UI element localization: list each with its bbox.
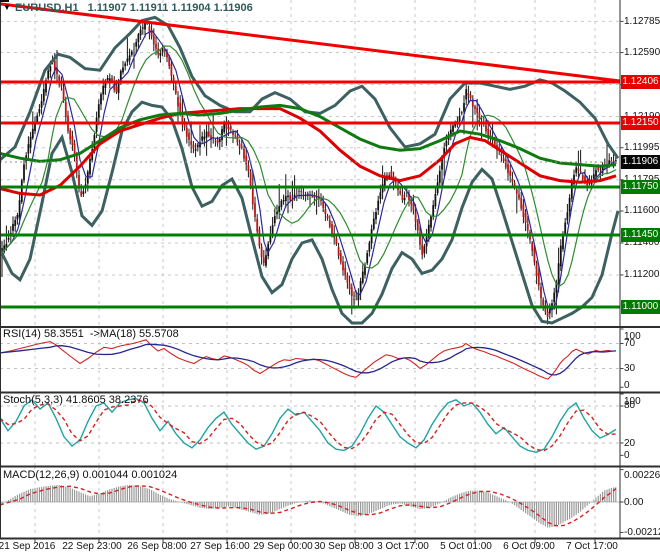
macd-header: MACD(12,26,9) 0.001044 0.001024 <box>3 469 178 481</box>
time-axis-label: 29 Sep 00:00 <box>253 541 313 552</box>
price-axis-label: 1.11600 <box>624 205 660 217</box>
time-axis-label: 6 Oct 09:00 <box>503 541 555 552</box>
price-tag-green: 1.11450 <box>621 227 660 242</box>
chart-title: EURUSD,H1 1.11907 1.11911 1.11904 1.11906 <box>15 2 253 14</box>
time-axis-label: 3 Oct 17:00 <box>377 541 429 552</box>
price-axis-label: 1.12590 <box>624 47 660 59</box>
time-axis-label: 22 Sep 23:00 <box>62 541 122 552</box>
ohlc-quote-label: 1.11907 1.11911 1.11904 1.11906 <box>87 2 253 14</box>
price-tag-red: 1.12406 <box>621 75 660 89</box>
time-axis-label: 7 Oct 17:00 <box>566 541 618 552</box>
price-tag-black: 1.11906 <box>621 155 660 169</box>
rsi-header: RSI(14) 58.3551 ->MA(18) 55.5708 <box>3 328 179 340</box>
stoch-header: Stoch(5,3,3) 41.8605 38.2376 <box>3 394 149 406</box>
stoch-axis-label: 0 <box>624 449 630 461</box>
macd-axis-label: -0.002128 <box>624 526 660 538</box>
time-axis-label: 30 Sep 08:00 <box>314 541 374 552</box>
time-axis-label: 27 Sep 16:00 <box>190 541 250 552</box>
price-axis-label: 1.11995 <box>624 142 660 154</box>
main-panel[interactable] <box>0 0 620 327</box>
rsi-axis-label: 70 <box>624 338 636 349</box>
price-axis-label: 1.11200 <box>624 269 660 281</box>
trading-chart-window: ▼ EURUSD,H1 1.11907 1.11911 1.11904 1.119… <box>0 0 660 560</box>
price-axis-label: 1.12785 <box>624 15 660 27</box>
price-tag-red: 1.12150 <box>621 115 660 130</box>
time-axis-label: 5 Oct 01:00 <box>440 541 492 552</box>
rsi-axis-label: 0 <box>624 380 630 391</box>
time-axis-label: 21 Sep 2016 <box>0 541 56 552</box>
symbol-dropdown-icon[interactable]: ▼ <box>3 3 11 12</box>
time-axis-label: 26 Sep 08:00 <box>127 541 187 552</box>
macd-axis-label: 0.002266 <box>624 470 660 481</box>
rsi-axis-label: 30 <box>624 363 636 374</box>
window-corner-mark <box>0 0 9 2</box>
macd-axis-label: 0.00 <box>624 496 644 508</box>
symbol-period-label: EURUSD,H1 <box>15 2 79 14</box>
stoch-axis-label: 20 <box>624 437 636 449</box>
price-tag-green: 1.11750 <box>621 179 660 194</box>
stoch-axis-label: 80 <box>624 400 636 412</box>
price-tag-green: 1.11000 <box>621 299 660 314</box>
